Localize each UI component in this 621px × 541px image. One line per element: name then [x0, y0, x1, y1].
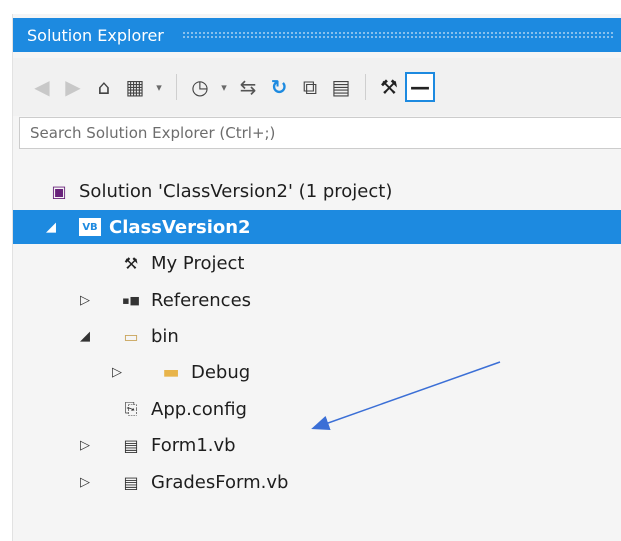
refresh-icon[interactable]: ↻ — [264, 70, 294, 104]
tree-item-gradesform[interactable]: ▷ ▤ GradesForm.vb — [13, 465, 621, 499]
dropdown-icon[interactable]: ▾ — [151, 70, 167, 104]
toolbar-separator — [176, 74, 177, 100]
tree-item-label: Solution 'ClassVersion2' (1 project) — [79, 180, 393, 202]
tree-item-label: My Project — [151, 252, 245, 274]
tree-item-label: Debug — [191, 361, 251, 383]
expanded-arrow-icon[interactable]: ◢ — [43, 220, 59, 235]
collapsed-arrow-icon[interactable]: ▷ — [77, 293, 93, 308]
folder-open-icon: ▭ — [123, 326, 139, 346]
tree-item-solution[interactable]: ▣ Solution 'ClassVersion2' (1 project) — [13, 174, 621, 208]
toolbar-separator — [365, 74, 366, 100]
vb-project-icon: VB — [79, 218, 101, 236]
switch-views-icon[interactable]: ▦ — [120, 70, 150, 104]
toolbar: ◀ ▶ ⌂ ▦ ▾ ◷ ▾ ⇆ ↻ ⧉ ▤ ⚒ — — [13, 58, 621, 116]
sync-with-active-document-icon[interactable]: ⇆ — [233, 70, 263, 104]
tree-item-project[interactable]: ◢ VB ClassVersion2 — [13, 210, 621, 244]
tree-item-label: bin — [151, 325, 179, 347]
tree-item-bin[interactable]: ◢ ▭ bin — [13, 319, 621, 353]
tree-item-my-project[interactable]: ⚒ My Project — [13, 246, 621, 280]
back-icon[interactable]: ◀ — [27, 70, 57, 104]
collapsed-arrow-icon[interactable]: ▷ — [77, 438, 93, 453]
tree-item-form1[interactable]: ▷ ▤ Form1.vb — [13, 428, 621, 462]
panel-title: Solution Explorer — [27, 25, 164, 45]
form-icon: ▤ — [123, 435, 139, 455]
tree-item-label: Form1.vb — [151, 434, 236, 456]
properties-icon[interactable]: ⚒ — [374, 70, 404, 104]
show-all-files-icon[interactable]: ▤ — [326, 70, 356, 104]
preview-selected-items-icon[interactable]: — — [405, 72, 435, 102]
form-icon: ▤ — [123, 472, 139, 492]
tree-item-label: App.config — [151, 398, 247, 420]
home-icon[interactable]: ⌂ — [89, 70, 119, 104]
folder-icon: ▬ — [162, 361, 180, 383]
solution-icon: ▣ — [51, 181, 67, 201]
references-icon: ▪■ — [122, 293, 140, 307]
tree-item-debug[interactable]: ▷ ▬ Debug — [13, 355, 621, 389]
tree-item-references[interactable]: ▷ ▪■ References — [13, 283, 621, 317]
title-bar[interactable]: Solution Explorer — [13, 18, 621, 52]
config-file-icon: ⎘ — [124, 399, 138, 418]
tree-item-label: References — [151, 289, 252, 311]
tree-item-label: GradesForm.vb — [151, 471, 289, 493]
tree-item-label: ClassVersion2 — [109, 216, 251, 238]
title-grip[interactable] — [181, 31, 614, 39]
pending-changes-filter-icon[interactable]: ◷ — [185, 70, 215, 104]
wrench-icon: ⚒ — [123, 253, 139, 273]
dropdown-icon[interactable]: ▾ — [216, 70, 232, 104]
collapse-all-icon[interactable]: ⧉ — [295, 70, 325, 104]
expanded-arrow-icon[interactable]: ◢ — [77, 329, 93, 344]
collapsed-arrow-icon[interactable]: ▷ — [109, 365, 125, 380]
forward-icon[interactable]: ▶ — [58, 70, 88, 104]
tree-item-app-config[interactable]: ⎘ App.config — [13, 392, 621, 426]
solution-explorer-panel: Solution Explorer ◀ ▶ ⌂ ▦ ▾ ◷ ▾ ⇆ ↻ ⧉ ▤ … — [12, 14, 621, 541]
collapsed-arrow-icon[interactable]: ▷ — [77, 475, 93, 490]
search-input[interactable] — [19, 117, 621, 149]
